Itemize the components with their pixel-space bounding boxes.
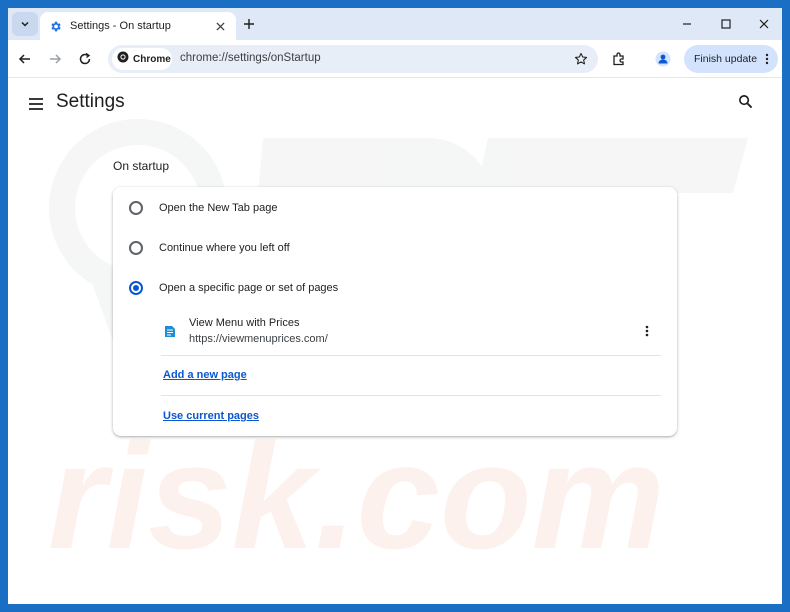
page-favicon-icon	[164, 324, 176, 338]
section-heading: On startup	[113, 159, 170, 173]
add-new-page-link[interactable]: Add a new page	[163, 369, 247, 381]
divider	[161, 355, 661, 356]
close-icon[interactable]	[753, 14, 775, 34]
finish-update-label: Finish update	[694, 53, 758, 65]
tab-title: Settings - On startup	[70, 20, 171, 32]
option-continue[interactable]: Continue where you left off	[113, 228, 677, 268]
radio-button-selected[interactable]	[129, 281, 143, 295]
reload-icon[interactable]	[74, 48, 96, 70]
profile-icon[interactable]	[652, 48, 674, 70]
extensions-icon[interactable]	[608, 48, 630, 70]
close-icon[interactable]	[212, 18, 228, 34]
star-icon[interactable]	[572, 50, 590, 68]
option-label: Open the New Tab page	[159, 202, 278, 214]
url-text[interactable]: chrome://settings/onStartup	[180, 52, 321, 64]
tab-strip: Settings - On startup	[8, 8, 782, 40]
finish-update-button[interactable]: Finish update	[684, 45, 778, 73]
site-chip[interactable]: Chrome	[112, 48, 172, 70]
watermark-text: risk.com	[48, 412, 665, 580]
startup-page-url: https://viewmenuprices.com/	[189, 333, 328, 345]
tab-search-icon[interactable]	[12, 12, 38, 36]
maximize-icon[interactable]	[715, 14, 737, 34]
settings-gear-icon	[48, 19, 62, 33]
startup-page-entry: View Menu with Prices https://viewmenupr…	[161, 312, 661, 356]
radio-button[interactable]	[129, 201, 143, 215]
option-specific-pages[interactable]: Open a specific page or set of pages	[113, 268, 677, 308]
page-title: Settings	[56, 91, 125, 112]
divider	[161, 395, 661, 396]
omnibox[interactable]: Chrome chrome://settings/onStartup	[108, 45, 598, 73]
use-current-pages-link[interactable]: Use current pages	[163, 410, 259, 422]
option-new-tab[interactable]: Open the New Tab page	[113, 188, 677, 228]
toolbar: Chrome chrome://settings/onStartup Finis…	[8, 40, 782, 78]
more-vert-icon	[762, 51, 772, 67]
startup-page-name: View Menu with Prices	[189, 317, 300, 329]
tab-settings[interactable]: Settings - On startup	[40, 12, 236, 40]
radio-button[interactable]	[129, 241, 143, 255]
chip-label: Chrome	[133, 53, 171, 65]
minimize-icon[interactable]	[676, 14, 698, 34]
hamburger-icon[interactable]	[28, 97, 44, 111]
more-vert-icon[interactable]	[639, 322, 655, 340]
option-label: Continue where you left off	[159, 242, 290, 254]
option-label: Open a specific page or set of pages	[159, 282, 339, 294]
browser-window: Settings - On startup Chrome chrome://se…	[8, 8, 782, 604]
startup-card: Open the New Tab page Continue where you…	[113, 187, 677, 436]
forward-icon[interactable]	[44, 48, 66, 70]
settings-page: risk.com Settings On startup Open the Ne…	[8, 78, 782, 604]
plus-icon[interactable]	[240, 15, 258, 33]
search-icon[interactable]	[738, 94, 754, 110]
back-icon[interactable]	[14, 48, 36, 70]
chrome-icon	[117, 50, 129, 68]
